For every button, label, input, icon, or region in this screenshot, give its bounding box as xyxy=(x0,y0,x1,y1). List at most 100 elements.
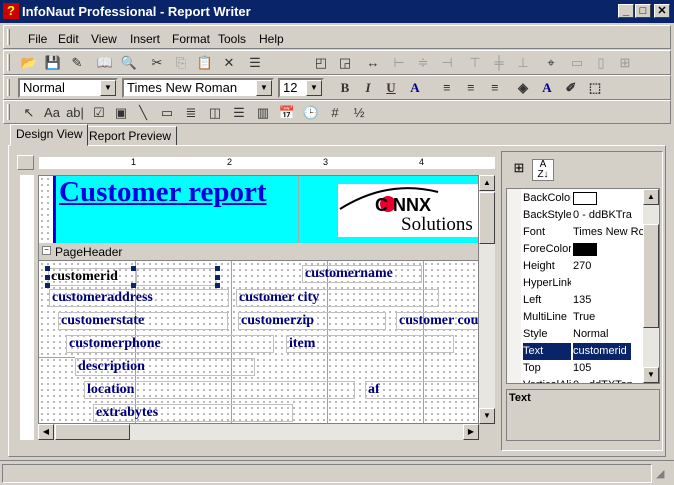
send-to-back-icon[interactable]: ◲ xyxy=(334,53,356,73)
field-af[interactable]: af xyxy=(365,381,478,399)
scroll-thumb[interactable] xyxy=(643,224,659,328)
field-customerstate[interactable]: customerstate xyxy=(58,312,228,330)
close-button[interactable]: ✕ xyxy=(654,4,670,18)
field-description[interactable]: description xyxy=(75,358,255,376)
resize-handle[interactable] xyxy=(215,266,220,271)
text-align-right-icon[interactable]: ≡ xyxy=(484,78,506,98)
field-customerid[interactable]: customerid xyxy=(48,268,136,286)
tab-design-view[interactable]: Design View xyxy=(10,124,89,146)
property-value[interactable]: 0 - ddBKTra xyxy=(573,207,643,224)
print-preview-icon[interactable]: 🔍 xyxy=(118,53,140,73)
resize-handle[interactable] xyxy=(215,275,220,280)
size-select[interactable]: 12 ▼ xyxy=(278,78,324,98)
subreport-icon[interactable]: ◫ xyxy=(204,103,226,123)
scroll-thumb[interactable] xyxy=(479,192,495,244)
align-bottom-icon[interactable]: ⊥ xyxy=(512,53,534,73)
property-row[interactable]: HyperLink xyxy=(507,275,643,292)
sort-alphabetical-icon[interactable]: A Z↓ xyxy=(532,159,554,181)
chevron-down-icon[interactable]: ▼ xyxy=(306,80,322,96)
property-value[interactable]: 270 xyxy=(573,258,643,275)
text-align-center-icon[interactable]: ≡ xyxy=(460,78,482,98)
line-color-icon[interactable]: ✐ xyxy=(560,78,582,98)
resize-grip-icon[interactable]: ◢ xyxy=(656,467,664,480)
bold-icon[interactable]: B xyxy=(334,78,356,98)
property-row[interactable]: Height 270 xyxy=(507,258,643,275)
sections-icon[interactable]: ☰ xyxy=(244,53,266,73)
menu-tools[interactable]: Tools xyxy=(218,32,246,46)
chevron-down-icon[interactable]: ▼ xyxy=(256,80,272,96)
checkbox-icon[interactable]: ☑ xyxy=(88,103,110,123)
categorized-icon[interactable]: ⊞ xyxy=(510,160,528,180)
scroll-down-icon[interactable]: ▼ xyxy=(643,367,659,383)
rectangle-icon[interactable]: ▭ xyxy=(156,103,178,123)
property-value[interactable]: 105 xyxy=(573,360,643,377)
menu-help[interactable]: Help xyxy=(259,32,284,46)
property-value[interactable]: True xyxy=(573,309,643,326)
paste-icon[interactable]: 📋 xyxy=(194,53,216,73)
delete-icon[interactable]: ✕ xyxy=(218,53,240,73)
space-horizontal-icon[interactable]: ▭ xyxy=(566,53,588,73)
copy-icon[interactable]: ⎘ xyxy=(170,53,192,73)
scroll-up-icon[interactable]: ▲ xyxy=(479,175,495,191)
scroll-right-icon[interactable]: ▶ xyxy=(463,424,479,440)
field-customername[interactable]: customername xyxy=(302,265,422,283)
property-value[interactable]: 0 - ddTXTop xyxy=(573,377,643,383)
pointer-icon[interactable]: ↖ xyxy=(18,103,40,123)
menu-insert[interactable]: Insert xyxy=(130,32,160,46)
chevron-down-icon[interactable]: ▼ xyxy=(100,80,116,96)
property-value[interactable]: customerid xyxy=(573,343,631,360)
center-icon[interactable]: ⌖ xyxy=(540,53,562,73)
property-row[interactable]: Font Times New Ro xyxy=(507,224,643,241)
align-center-icon[interactable]: ≑ xyxy=(412,53,434,73)
clock-icon[interactable]: 🕒 xyxy=(300,103,322,123)
scroll-thumb[interactable] xyxy=(55,424,130,440)
scroll-down-icon[interactable]: ▼ xyxy=(479,408,495,424)
space-vertical-icon[interactable]: ▯ xyxy=(590,53,612,73)
same-width-icon[interactable]: ↔ xyxy=(362,53,384,73)
calendar-icon[interactable]: 📅 xyxy=(276,103,298,123)
align-top-icon[interactable]: ⊤ xyxy=(464,53,486,73)
collapse-icon[interactable]: − xyxy=(42,246,51,255)
field-location[interactable]: location xyxy=(84,381,355,399)
cut-icon[interactable]: ✂ xyxy=(146,53,168,73)
underline-icon[interactable]: U xyxy=(380,78,402,98)
font-color-a-icon[interactable]: A xyxy=(404,78,426,98)
field-item[interactable]: item xyxy=(286,335,454,353)
property-row[interactable]: Left 135 xyxy=(507,292,643,309)
resize-handle[interactable] xyxy=(131,283,136,288)
property-scrollbar[interactable]: ▲ ▼ xyxy=(643,189,659,383)
field-empty[interactable] xyxy=(136,268,216,286)
page-number-icon[interactable]: # xyxy=(324,103,346,123)
maximize-button[interactable]: □ xyxy=(635,4,651,18)
bring-to-front-icon[interactable]: ◰ xyxy=(310,53,332,73)
field-customer-city[interactable]: customer city xyxy=(236,289,439,307)
menu-file[interactable]: File xyxy=(28,32,47,46)
resize-handle[interactable] xyxy=(45,266,50,271)
property-row[interactable]: ForeColor xyxy=(507,241,643,258)
save-as-icon[interactable]: ✎ xyxy=(66,53,88,73)
align-left-icon[interactable]: ⊢ xyxy=(388,53,410,73)
barcode-icon[interactable]: ▥ xyxy=(252,103,274,123)
report-title[interactable]: Customer report xyxy=(59,176,267,209)
textbox-icon[interactable]: ab| xyxy=(64,103,86,123)
resize-handle[interactable] xyxy=(131,266,136,271)
scroll-up-icon[interactable]: ▲ xyxy=(643,189,659,205)
italic-icon[interactable]: I xyxy=(357,78,379,98)
image-icon[interactable]: ▣ xyxy=(110,103,132,123)
grid-icon[interactable]: ⊞ xyxy=(614,53,636,73)
style-select[interactable]: Normal ▼ xyxy=(18,78,118,98)
property-row[interactable]: Style Normal xyxy=(507,326,643,343)
align-middle-icon[interactable]: ╪ xyxy=(488,53,510,73)
property-row[interactable]: VerticalAli0 - ddTXTop xyxy=(507,377,643,383)
text-align-left-icon[interactable]: ≡ xyxy=(436,78,458,98)
menu-format[interactable]: Format xyxy=(172,32,210,46)
property-value[interactable]: 135 xyxy=(573,292,643,309)
open-icon[interactable]: 📂 xyxy=(18,53,40,73)
line-icon[interactable]: ╲ xyxy=(132,103,154,123)
vertical-scrollbar[interactable]: ▲ ▼ xyxy=(479,175,495,424)
field-extrabytes[interactable]: extrabytes xyxy=(93,404,293,422)
menu-view[interactable]: View xyxy=(91,32,117,46)
property-row[interactable]: Top 105 xyxy=(507,360,643,377)
property-row[interactable]: BackStyle 0 - ddBKTra xyxy=(507,207,643,224)
border-icon[interactable]: ⬚ xyxy=(584,78,606,98)
